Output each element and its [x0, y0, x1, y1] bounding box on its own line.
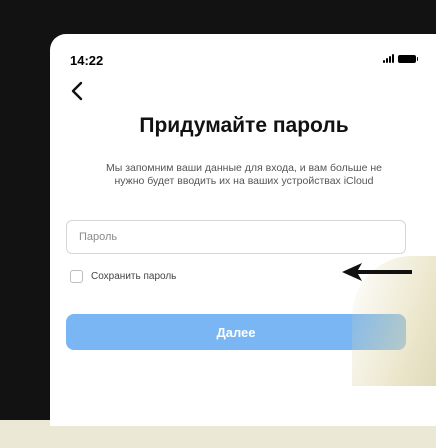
- save-password-checkbox-row[interactable]: Сохранить пароль: [70, 270, 176, 283]
- save-password-checkbox[interactable]: [70, 270, 83, 283]
- password-input[interactable]: [66, 220, 406, 254]
- status-bar: 14:22: [50, 34, 436, 70]
- save-password-label: Сохранить пароль: [91, 271, 177, 282]
- back-button[interactable]: [66, 78, 88, 104]
- chevron-left-icon: [71, 81, 83, 101]
- signal-icon: [383, 54, 394, 63]
- page-description: Мы запомним ваши данные для входа, и вам…: [105, 162, 382, 187]
- status-time: 14:22: [70, 53, 104, 68]
- status-icons: [383, 54, 418, 63]
- page-title: Придумайте пароль: [139, 114, 349, 137]
- battery-icon: [398, 54, 418, 63]
- pointer-arrow-icon: [342, 263, 412, 281]
